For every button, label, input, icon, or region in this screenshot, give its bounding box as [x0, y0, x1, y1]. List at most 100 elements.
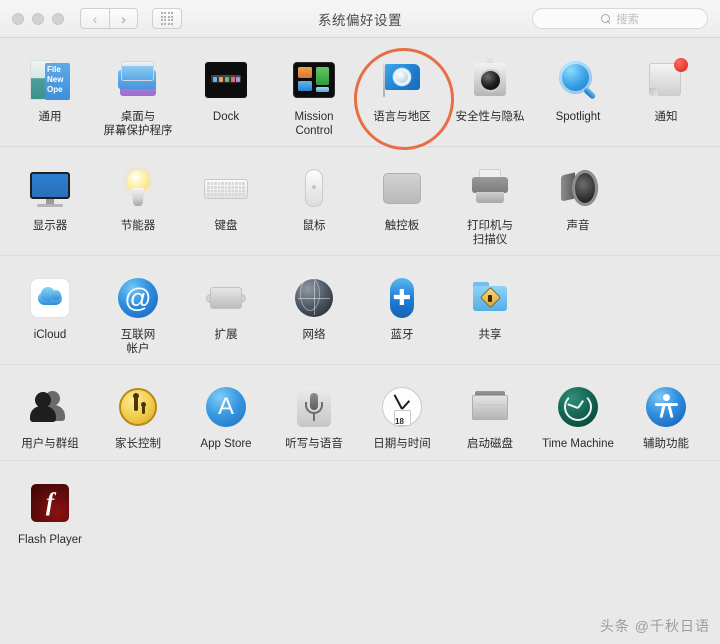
bluetooth-icon: ✚: [379, 275, 425, 321]
search-input[interactable]: 搜索: [532, 8, 708, 29]
pref-pane-energy-saver[interactable]: 节能器: [94, 161, 182, 247]
energy-saver-icon: [115, 166, 161, 212]
pref-pane-label: 扩展: [214, 329, 238, 341]
preferences-grid: File New Ope 通用 桌面与 屏幕保护程序 Dock Mission …: [0, 38, 720, 555]
pref-pane-date-time[interactable]: 18 日期与时间: [358, 379, 446, 452]
pref-pane-sharing[interactable]: 共享: [446, 270, 534, 356]
pref-pane-users-groups[interactable]: 用户与群组: [6, 379, 94, 452]
users-groups-icon: [27, 384, 73, 430]
keyboard-icon: [203, 166, 249, 212]
app-store-icon: A: [203, 384, 249, 430]
printers-scanners-icon: [467, 166, 513, 212]
pref-pane-label: 通知: [654, 111, 678, 123]
pref-pane-sound[interactable]: 声音: [534, 161, 622, 247]
pref-pane-internet-accounts[interactable]: @ 互联网 帐户: [94, 270, 182, 356]
app-store-glyph: A: [217, 393, 234, 420]
pref-pane-label: 键盘: [214, 220, 238, 232]
pref-pane-label: 触控板: [384, 220, 420, 232]
network-icon: [291, 275, 337, 321]
pref-pane-accessibility[interactable]: 辅助功能: [622, 379, 710, 452]
extensions-icon: [203, 275, 249, 321]
pref-pane-keyboard[interactable]: 键盘: [182, 161, 270, 247]
pref-pane-label: 听写与语音: [285, 438, 343, 450]
flash-glyph: f: [45, 489, 55, 516]
show-all-button[interactable]: [152, 8, 182, 29]
bluetooth-glyph: ✚: [392, 285, 412, 310]
pref-pane-label: 声音: [566, 220, 590, 232]
pref-pane-printers-scanners[interactable]: 打印机与 扫描仪: [446, 161, 534, 247]
zoom-button[interactable]: [52, 12, 64, 25]
pref-pane-label: iCloud: [33, 329, 67, 341]
pref-pane-dictation-speech[interactable]: 听写与语音: [270, 379, 358, 452]
pref-pane-network[interactable]: 网络: [270, 270, 358, 356]
pref-pane-parental-controls[interactable]: 家长控制: [94, 379, 182, 452]
general-icon: File New Ope: [27, 57, 73, 103]
pref-pane-general[interactable]: File New Ope 通用: [6, 52, 94, 138]
pref-pane-app-store[interactable]: A App Store: [182, 379, 270, 452]
pref-pane-label: 语言与地区: [373, 111, 431, 123]
flash-player-icon: f: [27, 480, 73, 526]
pref-pane-icloud[interactable]: iCloud: [6, 270, 94, 356]
dock-icon: [203, 57, 249, 103]
traffic-light-buttons: [12, 12, 64, 25]
system-preferences-window: ‹ › 系统偏好设置 搜索 File New Ope 通用 桌面与 屏幕保护程序…: [0, 0, 720, 644]
pref-pane-label: 启动磁盘: [467, 438, 513, 450]
mouse-icon: [291, 166, 337, 212]
pref-pane-language-region[interactable]: 语言与地区: [358, 52, 446, 138]
pref-pane-label: 互联网 帐户: [120, 329, 156, 355]
sharing-icon: [467, 275, 513, 321]
pref-pane-label: 通用: [38, 111, 62, 123]
pref-pane-bluetooth[interactable]: ✚ 蓝牙: [358, 270, 446, 356]
forward-button[interactable]: ›: [109, 8, 138, 29]
preferences-row: iCloud @ 互联网 帐户 扩展 网络 ✚ 蓝牙 共享: [0, 256, 720, 365]
back-button[interactable]: ‹: [80, 8, 109, 29]
pref-pane-label: 蓝牙: [390, 329, 414, 341]
minimize-button[interactable]: [32, 12, 44, 25]
desktop-screensaver-icon: [115, 57, 161, 103]
pref-pane-label: 节能器: [120, 220, 156, 232]
grid-icon: [160, 12, 174, 25]
pref-pane-security-privacy[interactable]: 安全性与隐私: [446, 52, 534, 138]
search-icon: [601, 13, 611, 24]
pref-pane-label: App Store: [200, 438, 252, 450]
pref-pane-time-machine[interactable]: Time Machine: [534, 379, 622, 452]
pref-pane-label: Time Machine: [542, 438, 614, 450]
pref-pane-spotlight[interactable]: Spotlight: [534, 52, 622, 138]
accessibility-icon: [643, 384, 689, 430]
pref-pane-displays[interactable]: 显示器: [6, 161, 94, 247]
pref-pane-trackpad[interactable]: 触控板: [358, 161, 446, 247]
language-region-icon: [379, 57, 425, 103]
pref-pane-label: Mission Control: [294, 111, 334, 137]
internet-accounts-icon: @: [115, 275, 161, 321]
pref-pane-label: Spotlight: [555, 111, 601, 123]
close-button[interactable]: [12, 12, 24, 25]
preferences-row: 用户与群组 家长控制 A App Store 听写与语音 18 日期与时间 启动…: [0, 365, 720, 461]
pref-pane-flash-player[interactable]: f Flash Player: [6, 475, 94, 548]
pref-pane-dock[interactable]: Dock: [182, 52, 270, 138]
watermark: 头条 @千秋日语: [599, 618, 710, 634]
pref-pane-label: Dock: [212, 111, 240, 123]
pref-pane-label: 鼠标: [302, 220, 326, 232]
pref-pane-label: Flash Player: [18, 533, 82, 546]
preferences-row: f Flash Player: [0, 461, 720, 556]
pref-pane-mouse[interactable]: 鼠标: [270, 161, 358, 247]
pref-pane-desktop-screensaver[interactable]: 桌面与 屏幕保护程序: [94, 52, 182, 138]
navigation-buttons: ‹ ›: [80, 8, 138, 29]
search-placeholder: 搜索: [616, 13, 639, 26]
pref-pane-label: 用户与群组: [21, 438, 79, 450]
date-time-icon: 18: [379, 384, 425, 430]
pref-pane-startup-disk[interactable]: 启动磁盘: [446, 379, 534, 452]
pref-pane-extensions[interactable]: 扩展: [182, 270, 270, 356]
pref-pane-label: 打印机与 扫描仪: [467, 220, 513, 246]
pref-pane-mission-control[interactable]: Mission Control: [270, 52, 358, 138]
displays-icon: [27, 166, 73, 212]
parental-controls-icon: [115, 384, 161, 430]
calendar-day: 18: [395, 417, 404, 426]
mission-control-icon: [291, 57, 337, 103]
at-glyph: @: [124, 282, 152, 313]
pref-pane-notifications[interactable]: 通知: [622, 52, 710, 138]
dictation-speech-icon: [291, 384, 337, 430]
notifications-icon: [643, 57, 689, 103]
sound-icon: [555, 166, 601, 212]
preferences-row: 显示器 节能器 键盘 鼠标 触控板 打印机与 扫描仪 声音: [0, 147, 720, 256]
